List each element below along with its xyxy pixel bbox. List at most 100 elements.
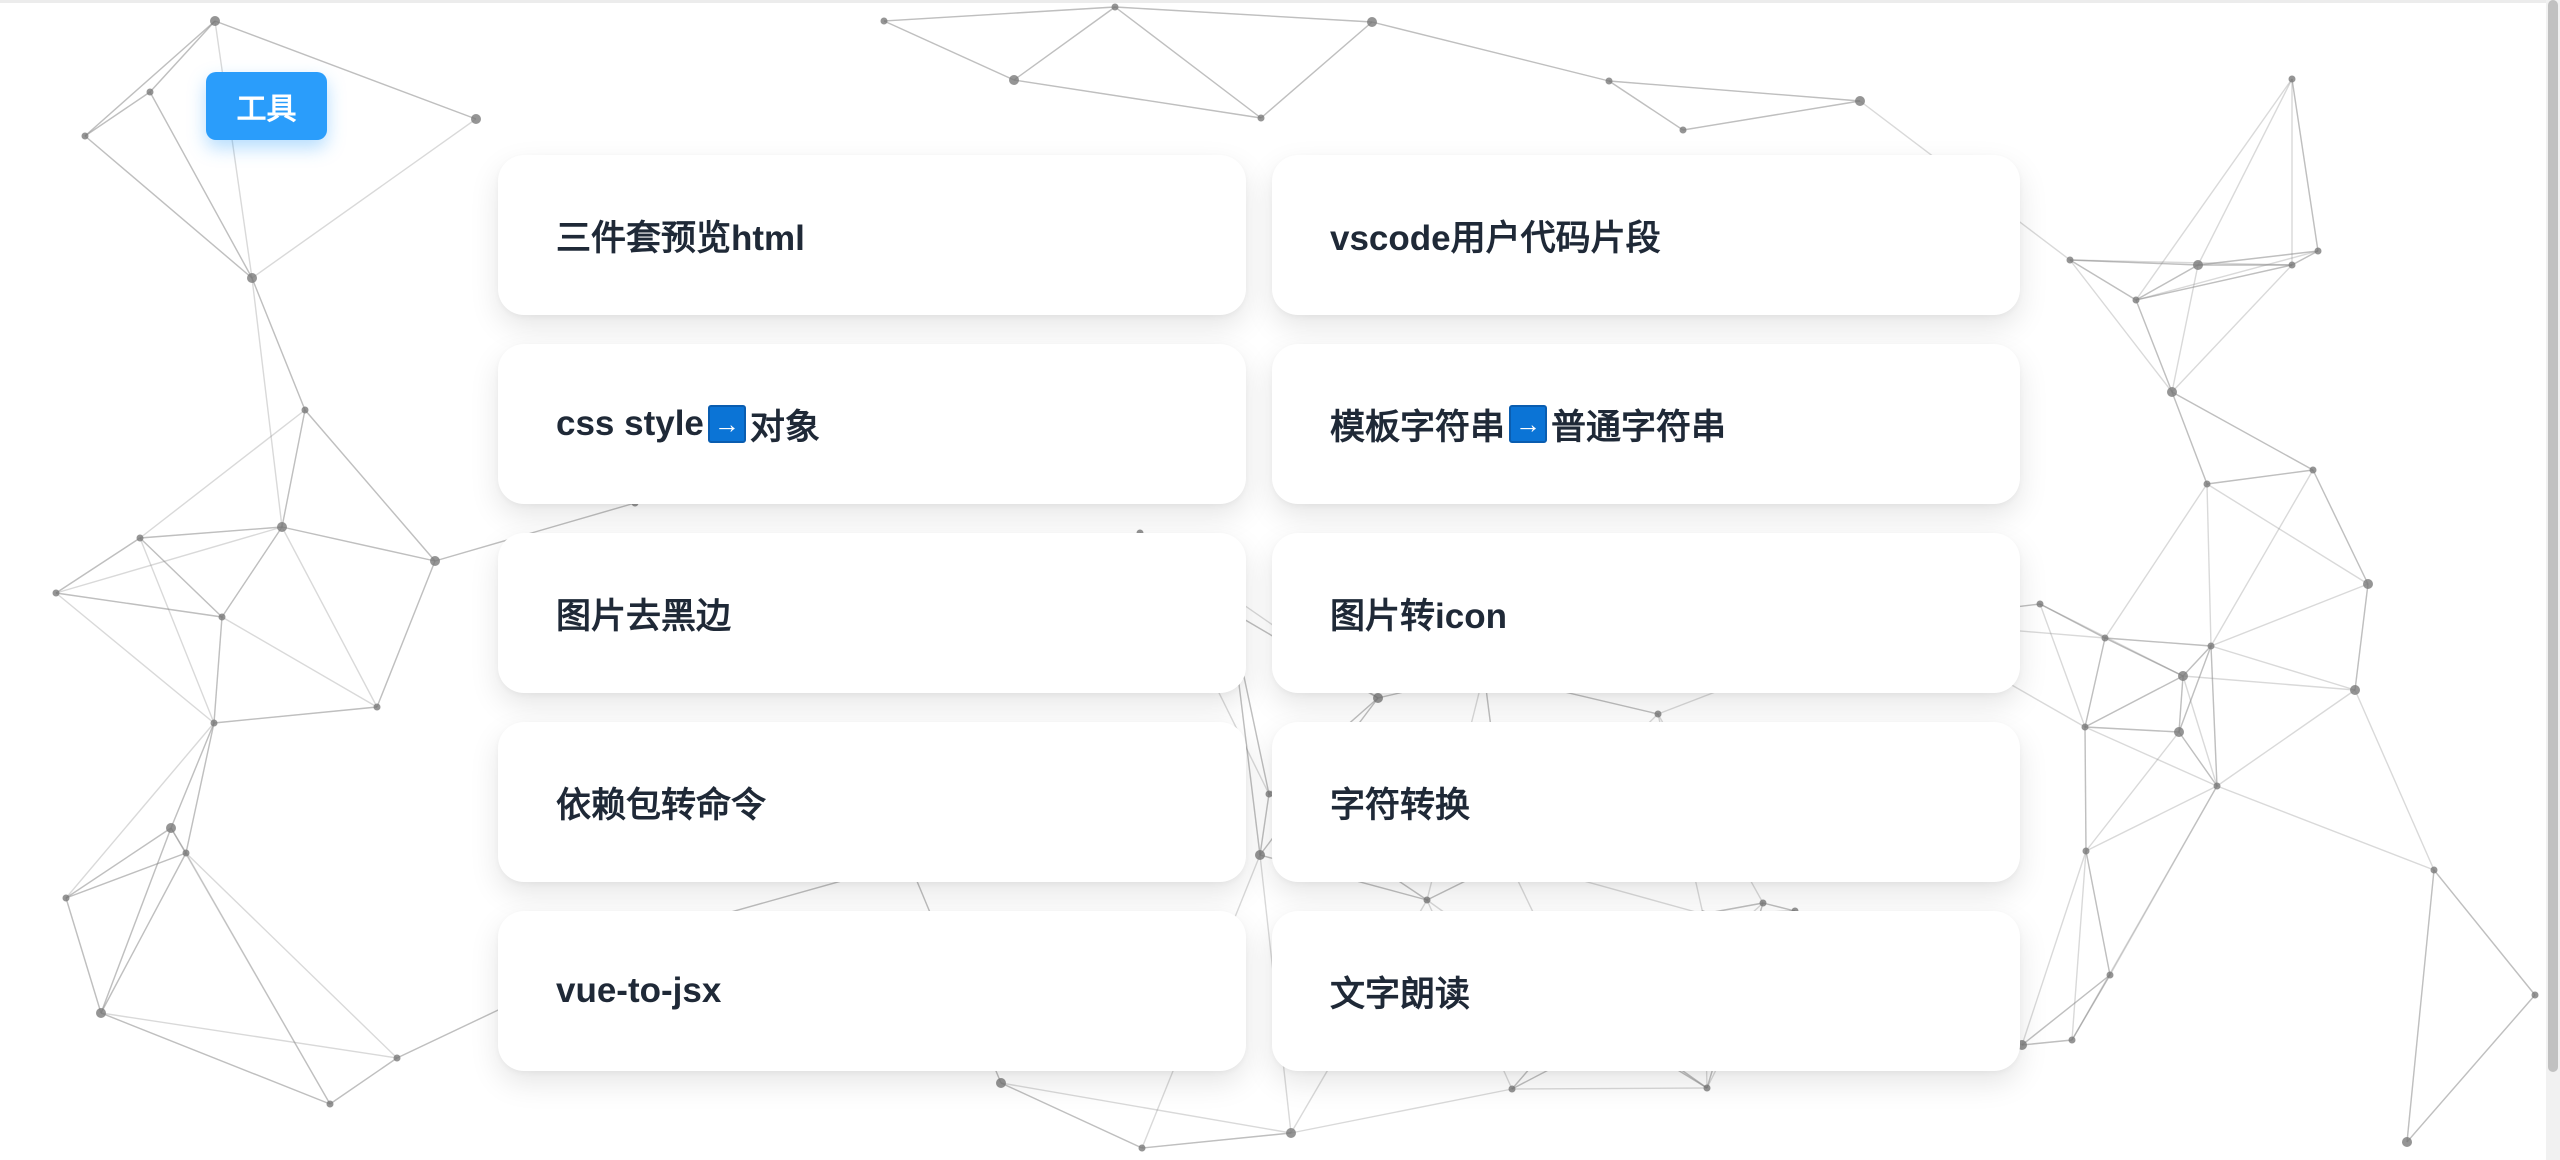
network-edge <box>2216 785 2435 871</box>
tool-card-image-remove-black-border[interactable]: 图片去黑边 <box>498 533 1246 693</box>
network-edge <box>100 1012 398 1059</box>
tool-card-label: vscode用户代码片段 <box>1330 210 1661 261</box>
network-edge <box>2210 645 2356 691</box>
tool-label-text: 图片去黑边 <box>556 596 732 636</box>
network-node <box>2167 387 2177 397</box>
network-edge <box>65 827 172 899</box>
tool-card-vscode-snippets[interactable]: vscode用户代码片段 <box>1272 155 2020 315</box>
tool-card-label: 模板字符串 → 普通字符串 <box>1330 399 1726 450</box>
network-node <box>393 1054 401 1062</box>
network-edge <box>2069 259 2137 301</box>
network-node <box>2132 296 2140 304</box>
network-node <box>1257 114 1265 122</box>
tool-label-text: 依赖包转命令 <box>556 785 767 825</box>
network-edge <box>170 722 215 829</box>
tool-card-image-to-icon[interactable]: 图片转icon <box>1272 533 2020 693</box>
network-edge <box>2135 264 2199 301</box>
network-edge <box>1114 6 1373 23</box>
network-node <box>2314 247 2322 255</box>
network-node <box>2350 685 2360 695</box>
tool-card-label: 字符转换 <box>1330 777 1470 828</box>
network-node <box>1508 1085 1516 1093</box>
network-edge <box>185 722 215 854</box>
network-edge <box>65 722 215 899</box>
tool-grid: 三件套预览html vscode用户代码片段 css style → 对象 模板… <box>498 155 2020 1071</box>
network-edge <box>84 135 253 279</box>
tool-label-text: vue-to-jsx <box>556 971 722 1010</box>
network-edge <box>139 537 223 618</box>
network-node <box>2309 466 2317 474</box>
network-edge <box>2021 974 2111 1046</box>
tool-card-label: 三件套预览html <box>556 210 805 261</box>
network-node <box>2068 1036 2076 1044</box>
network-edge <box>2135 299 2173 393</box>
network-edge <box>2084 726 2218 787</box>
network-node <box>146 88 154 96</box>
network-edge <box>2291 78 2319 252</box>
network-node <box>471 114 481 124</box>
network-edge <box>2084 675 2184 728</box>
tool-card-css-style-to-object[interactable]: css style → 对象 <box>498 344 1246 504</box>
network-edge <box>65 852 187 899</box>
network-edge <box>2085 850 2111 976</box>
network-node <box>2288 261 2296 269</box>
tool-card-vue-to-jsx[interactable]: vue-to-jsx <box>498 911 1246 1071</box>
network-edge <box>2084 637 2106 728</box>
top-divider <box>0 0 2560 3</box>
network-node <box>430 556 440 566</box>
network-edge <box>281 409 306 528</box>
network-edge <box>2354 689 2435 871</box>
tool-label-text: 模板字符串 <box>1330 407 1506 447</box>
network-edge <box>2039 603 2086 728</box>
network-node <box>880 17 888 25</box>
network-node <box>2203 480 2211 488</box>
network-edge <box>2171 391 2314 471</box>
network-edge <box>2354 583 2369 691</box>
network-edge <box>2069 259 2173 393</box>
network-node <box>96 1008 106 1018</box>
network-node <box>2193 260 2203 270</box>
network-node <box>277 522 287 532</box>
network-edge <box>2084 726 2180 733</box>
tool-label-text: 图片转icon <box>1330 596 1507 636</box>
tool-label-text: 三件套预览html <box>556 218 805 258</box>
network-node <box>166 823 176 833</box>
network-edge <box>2109 785 2218 976</box>
network-edge <box>2197 78 2293 266</box>
network-edge <box>1511 1087 1708 1090</box>
network-node <box>81 132 89 140</box>
tools-button[interactable]: 工具 <box>206 72 327 140</box>
network-edge <box>2182 675 2356 691</box>
network-node <box>2081 723 2089 731</box>
network-node <box>2178 671 2188 681</box>
page: 工具 三件套预览html vscode用户代码片段 css style → 对象… <box>0 0 2560 1160</box>
tool-card-text-to-speech[interactable]: 文字朗读 <box>1272 911 2020 1071</box>
network-edge <box>214 20 253 279</box>
network-edge <box>329 1057 398 1105</box>
network-edge <box>55 526 283 594</box>
network-edge <box>100 1012 331 1105</box>
network-node <box>2430 866 2438 874</box>
network-edge <box>2021 850 2087 1046</box>
tool-card-char-convert[interactable]: 字符转换 <box>1272 722 2020 882</box>
tool-label-text: 文字朗读 <box>1330 974 1471 1014</box>
tool-card-three-piece-preview[interactable]: 三件套预览html <box>498 155 1246 315</box>
network-edge <box>1000 1082 1143 1149</box>
scrollbar[interactable] <box>2546 0 2560 1160</box>
tool-card-template-to-normal-string[interactable]: 模板字符串 → 普通字符串 <box>1272 344 2020 504</box>
network-node <box>210 16 220 26</box>
network-edge <box>2178 645 2212 733</box>
network-edge <box>2071 850 2087 1041</box>
tool-card-label: 文字朗读 <box>1330 966 1470 1017</box>
scrollbar-thumb[interactable] <box>2548 0 2558 1072</box>
network-node <box>2213 782 2221 790</box>
network-node <box>2036 600 2044 608</box>
network-node <box>301 406 309 414</box>
network-node <box>1855 96 1865 106</box>
network-edge <box>2210 583 2369 647</box>
network-edge <box>1114 6 1262 119</box>
network-node <box>2288 75 2296 83</box>
tool-card-deps-to-command[interactable]: 依赖包转命令 <box>498 722 1246 882</box>
network-edge <box>2206 469 2314 485</box>
network-node <box>1367 17 1377 27</box>
